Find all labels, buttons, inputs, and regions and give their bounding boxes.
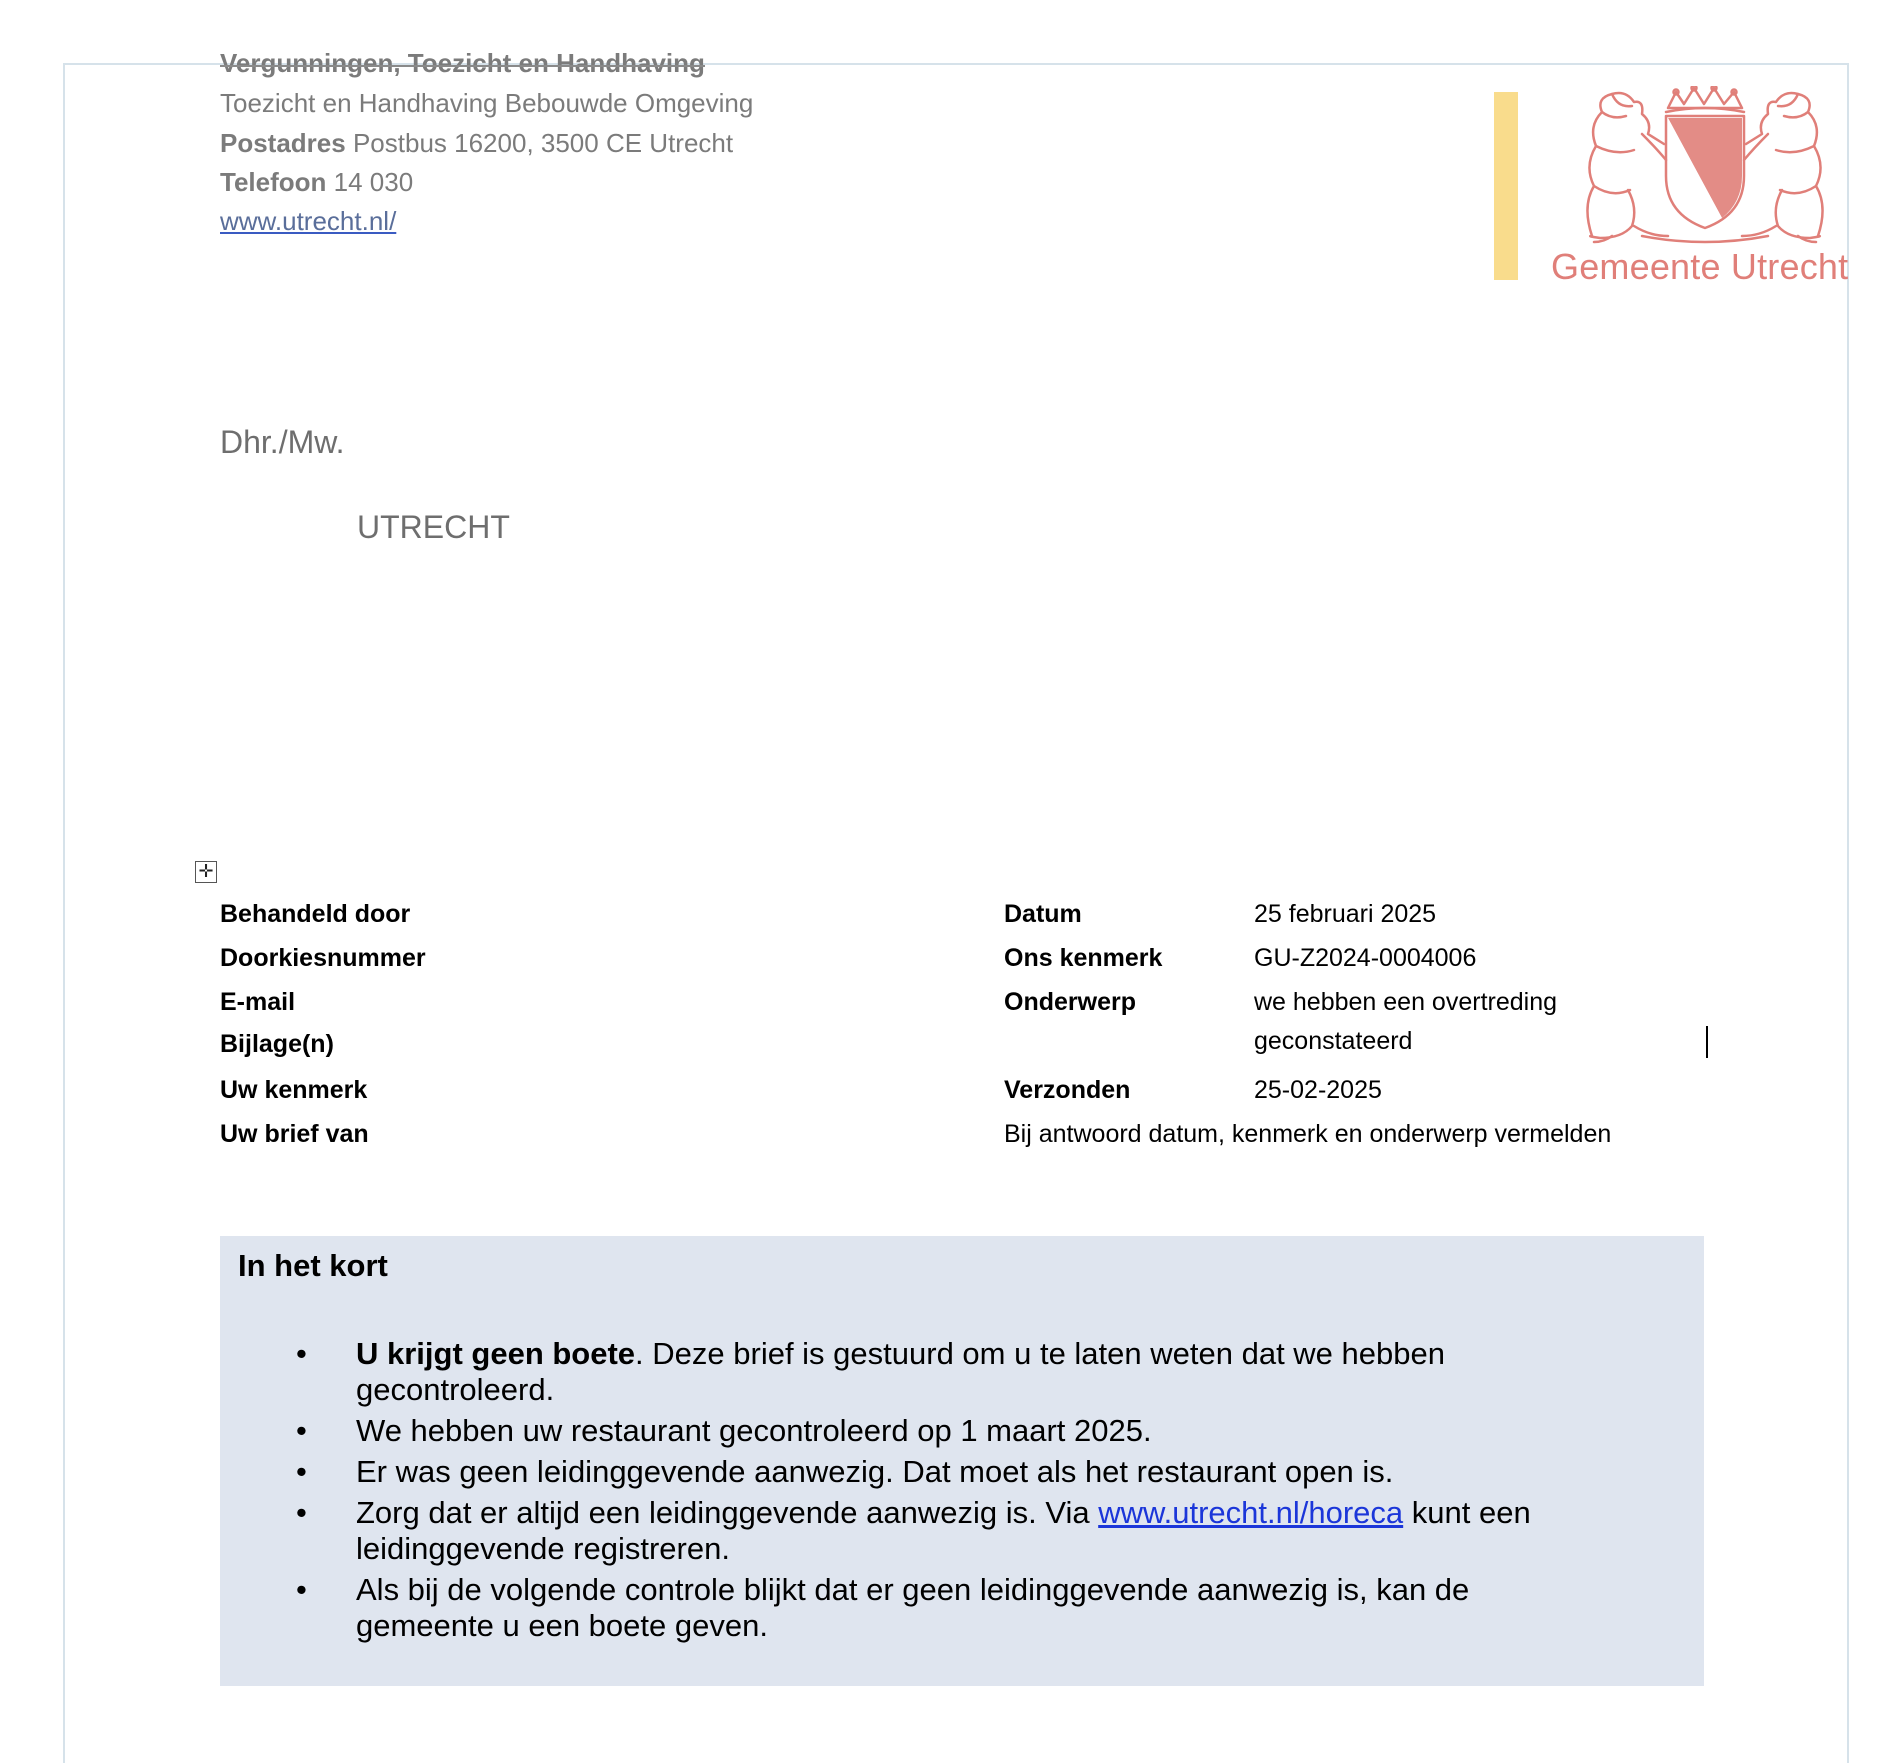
summary-item: • Zorg dat er altijd een leidinggevende … [220, 1495, 1704, 1567]
bullet-icon: • [296, 1454, 307, 1489]
summary-item-text: Als bij de volgende controle blijkt dat … [356, 1572, 1470, 1643]
reply-note: Bij antwoord datum, kenmerk en onderwerp… [1004, 1120, 1612, 1148]
department-name: Vergunningen, Toezicht en Handhaving [220, 48, 705, 78]
postadres-value: Postbus 16200, 3500 CE Utrecht [352, 128, 734, 158]
summary-item-text: We hebben uw restaurant gecontroleerd op… [356, 1413, 1152, 1448]
bullet-icon: • [296, 1413, 307, 1448]
meta-value-verzonden: 25-02-2025 [1254, 1076, 1382, 1104]
meta-label-onderwerp: Onderwerp [1004, 988, 1136, 1016]
meta-label-verzonden: Verzonden [1004, 1076, 1131, 1104]
summary-item: • Er was geen leidinggevende aanwezig. D… [220, 1454, 1704, 1490]
meta-label-behandeld-door: Behandeld door [220, 900, 411, 928]
bullet-icon: • [296, 1336, 307, 1371]
text-cursor [1706, 1026, 1708, 1058]
summary-list: • U krijgt geen boete. Deze brief is ges… [220, 1336, 1704, 1649]
summary-item-text: Er was geen leidinggevende aanwezig. Dat… [356, 1454, 1394, 1489]
division-name: Toezicht en Handhaving Bebouwde Omgeving [220, 88, 754, 118]
recipient-city: UTRECHT [357, 509, 510, 545]
meta-label-doorkiesnummer: Doorkiesnummer [220, 944, 426, 972]
meta-value-ons-kenmerk: GU-Z2024-0004006 [1254, 944, 1477, 972]
telefoon-label: Telefoon [220, 167, 327, 197]
telephone: Telefoon 14 030 [220, 167, 413, 198]
horeca-link[interactable]: www.utrecht.nl/horeca [1098, 1495, 1403, 1530]
meta-value-onderwerp-line1: we hebben een overtreding [1254, 988, 1558, 1016]
meta-label-uw-brief-van: Uw brief van [220, 1120, 369, 1148]
summary-item: • Als bij de volgende controle blijkt da… [220, 1572, 1704, 1644]
meta-label-email: E-mail [220, 988, 296, 1016]
summary-item-bold: U krijgt geen boete [356, 1336, 636, 1371]
bullet-icon: • [296, 1572, 307, 1607]
summary-item: • We hebben uw restaurant gecontroleerd … [220, 1413, 1704, 1449]
website-link[interactable]: www.utrecht.nl/ [220, 206, 396, 237]
meta-label-ons-kenmerk: Ons kenmerk [1004, 944, 1163, 972]
table-move-handle-icon[interactable]: ✛ [195, 861, 217, 883]
meta-label-uw-kenmerk: Uw kenmerk [220, 1076, 368, 1104]
utrecht-coat-of-arms-icon [1586, 86, 1824, 244]
meta-label-datum: Datum [1004, 900, 1082, 928]
summary-box: In het kort • U krijgt geen boete. Deze … [220, 1236, 1704, 1686]
meta-label-bijlagen: Bijlage(n) [220, 1030, 334, 1058]
summary-title: In het kort [238, 1248, 388, 1283]
meta-value-datum: 25 februari 2025 [1254, 900, 1437, 928]
summary-item: • U krijgt geen boete. Deze brief is ges… [220, 1336, 1704, 1408]
summary-item-text: Zorg dat er altijd een leidinggevende aa… [356, 1495, 1099, 1530]
postal-address: Postadres Postbus 16200, 3500 CE Utrecht [220, 128, 733, 159]
telefoon-value: 14 030 [333, 167, 414, 197]
logo-wordmark: Gemeente Utrecht [1551, 246, 1849, 287]
meta-value-onderwerp-line2: geconstateerd [1254, 1027, 1413, 1055]
postadres-label: Postadres [220, 128, 346, 158]
logo-yellow-bar [1494, 92, 1518, 280]
recipient-salutation: Dhr./Mw. [220, 424, 345, 460]
bullet-icon: • [296, 1495, 307, 1530]
